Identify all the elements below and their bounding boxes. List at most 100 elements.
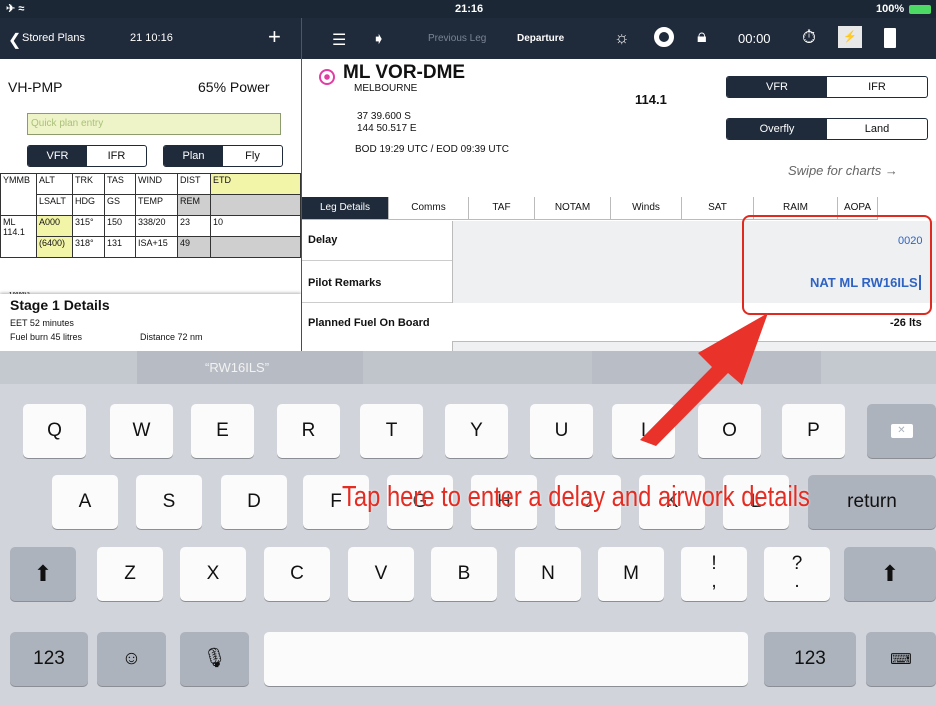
table-cell[interactable]: A000 <box>36 215 73 237</box>
key-s[interactable]: S <box>136 475 202 529</box>
add-plan-icon[interactable]: + <box>268 24 281 50</box>
tab-comms[interactable]: Comms <box>389 197 469 220</box>
space-key[interactable] <box>264 632 748 686</box>
fly-option[interactable]: Fly <box>223 146 282 166</box>
tab-leg-details[interactable]: Leg Details <box>302 197 389 220</box>
table-cell[interactable]: (6400) <box>36 236 73 258</box>
plan-fly-toggle: Plan Fly <box>163 145 283 167</box>
overfly-option[interactable]: Overfly <box>727 119 827 139</box>
key-z[interactable]: Z <box>97 547 163 601</box>
stopwatch-icon[interactable]: ⏱︎ <box>802 27 816 48</box>
lock-icon[interactable]: 🔒︎ <box>697 26 707 47</box>
key-r[interactable]: R <box>277 404 340 458</box>
key-c[interactable]: C <box>264 547 330 601</box>
table-header: TAS <box>104 173 136 195</box>
waypoint-longitude: 144 50.517 E <box>357 123 417 134</box>
table-cell[interactable] <box>210 236 301 258</box>
table-cell[interactable]: ISA+15 <box>135 236 178 258</box>
table-cell[interactable]: 318° <box>72 236 105 258</box>
power-setting[interactable]: 65% Power <box>198 79 270 95</box>
waypoint-name: ML VOR-DME <box>343 62 466 83</box>
table-cell[interactable]: 338/20 <box>135 215 178 237</box>
land-option[interactable]: Land <box>827 119 927 139</box>
key-n[interactable]: N <box>515 547 581 601</box>
key-q[interactable]: Q <box>23 404 86 458</box>
quick-plan-input[interactable]: Quick plan entry <box>27 113 281 135</box>
highlight-box <box>742 215 932 315</box>
table-row[interactable]: (6400) 318° 131 ISA+15 49 <box>1 236 301 258</box>
pilot-remarks-label: Pilot Remarks <box>308 277 382 289</box>
shift-right-key[interactable]: ⬆ <box>844 547 936 601</box>
annotation-arrow-icon <box>640 313 768 446</box>
stage-details-panel: Stage 1 Details EET 52 minutes Fuel burn… <box>0 294 301 351</box>
stored-plans-button[interactable]: Stored Plans <box>22 32 85 44</box>
list-icon[interactable]: ☰ <box>332 30 346 50</box>
table-cell[interactable]: 49 <box>177 236 211 258</box>
table-cell[interactable]: 10 <box>210 215 301 237</box>
brightness-icon[interactable]: ☼ <box>614 28 630 48</box>
key-a[interactable]: A <box>52 475 118 529</box>
emoji-icon: ☺ <box>121 648 142 669</box>
table-header: ALT <box>36 173 73 195</box>
emoji-key[interactable]: ☺ <box>97 632 166 686</box>
shift-left-key[interactable]: ⬆ <box>10 547 76 601</box>
key-y[interactable]: Y <box>445 404 508 458</box>
flight-rules-toggle: VFR IFR <box>27 145 147 167</box>
back-chevron-icon[interactable]: ❮ <box>8 30 21 50</box>
prediction-bar: “RW16ILS” <box>0 351 936 384</box>
numbers-key[interactable]: 123 <box>10 632 88 686</box>
toolbar: ☰ ➧ Previous Leg Departure ☼ 🔒︎ 00:00 ⏱︎… <box>302 18 936 59</box>
waypoint-latitude: 37 39.600 S <box>357 111 411 122</box>
backspace-key[interactable]: ✕ <box>867 404 936 458</box>
table-cell[interactable]: 131 <box>104 236 136 258</box>
status-time: 21:16 <box>455 3 484 15</box>
key-u[interactable]: U <box>530 404 593 458</box>
daylight-times: BOD 19:29 UTC / EOD 09:39 UTC <box>355 144 509 155</box>
airplane-mode-icon: ✈ ≈ <box>6 3 25 15</box>
vfr-option[interactable]: VFR <box>727 77 827 97</box>
key-b[interactable]: B <box>431 547 497 601</box>
delay-label: Delay <box>308 234 338 246</box>
plan-option[interactable]: Plan <box>164 146 223 166</box>
key-question-period[interactable]: ? . <box>764 547 830 601</box>
tab-winds[interactable]: Winds <box>611 197 682 220</box>
prediction-word[interactable]: “RW16ILS” <box>205 360 269 375</box>
ifr-option[interactable]: IFR <box>87 146 146 166</box>
table-cell[interactable]: 23 <box>177 215 211 237</box>
key-d[interactable]: D <box>221 475 287 529</box>
battery-level: 100% <box>876 3 905 15</box>
key-x[interactable]: X <box>180 547 246 601</box>
tab-notam[interactable]: NOTAM <box>535 197 611 220</box>
key-exclaim-comma[interactable]: ! , <box>681 547 747 601</box>
stage-eet: EET 52 minutes <box>10 318 74 328</box>
key-v[interactable]: V <box>348 547 414 601</box>
key-e[interactable]: E <box>191 404 254 458</box>
return-key[interactable]: return <box>808 475 936 529</box>
flight-plan-pane: VH-PMP 65% Power Quick plan entry VFR IF… <box>0 59 301 351</box>
swipe-hint[interactable]: Swipe for charts → <box>788 163 898 178</box>
waypoint-cell[interactable]: ML 114.1 <box>0 215 37 258</box>
book-icon[interactable] <box>884 28 896 48</box>
hide-keyboard-key[interactable]: ⌨ <box>866 632 936 686</box>
departure-button[interactable]: Departure <box>517 33 564 44</box>
lifebuoy-icon[interactable] <box>654 27 674 47</box>
prediction-slot[interactable] <box>363 351 592 384</box>
tab-taf[interactable]: TAF <box>469 197 535 220</box>
nav-log-table: YMMB ALT TRK TAS WIND DIST ETD LSALT HDG… <box>0 173 301 258</box>
table-row[interactable]: ML 114.1 A000 315° 150 338/20 23 10 <box>0 215 301 258</box>
ifr-option[interactable]: IFR <box>827 77 927 97</box>
numbers-key-right[interactable]: 123 <box>764 632 856 686</box>
battery-icon <box>909 5 931 14</box>
dictation-key[interactable]: 🎙︎ <box>180 632 249 686</box>
route-icon[interactable]: ➧ <box>372 29 385 49</box>
table-cell[interactable]: 315° <box>72 215 105 237</box>
key-t[interactable]: T <box>360 404 423 458</box>
key-m[interactable]: M <box>598 547 664 601</box>
key-w[interactable]: W <box>110 404 173 458</box>
timer-value[interactable]: 00:00 <box>738 31 771 46</box>
key-p[interactable]: P <box>782 404 845 458</box>
chart-icon[interactable]: ⚡ <box>838 26 862 48</box>
vfr-option[interactable]: VFR <box>28 146 87 166</box>
previous-leg-button[interactable]: Previous Leg <box>428 33 486 44</box>
table-cell[interactable]: 150 <box>104 215 136 237</box>
